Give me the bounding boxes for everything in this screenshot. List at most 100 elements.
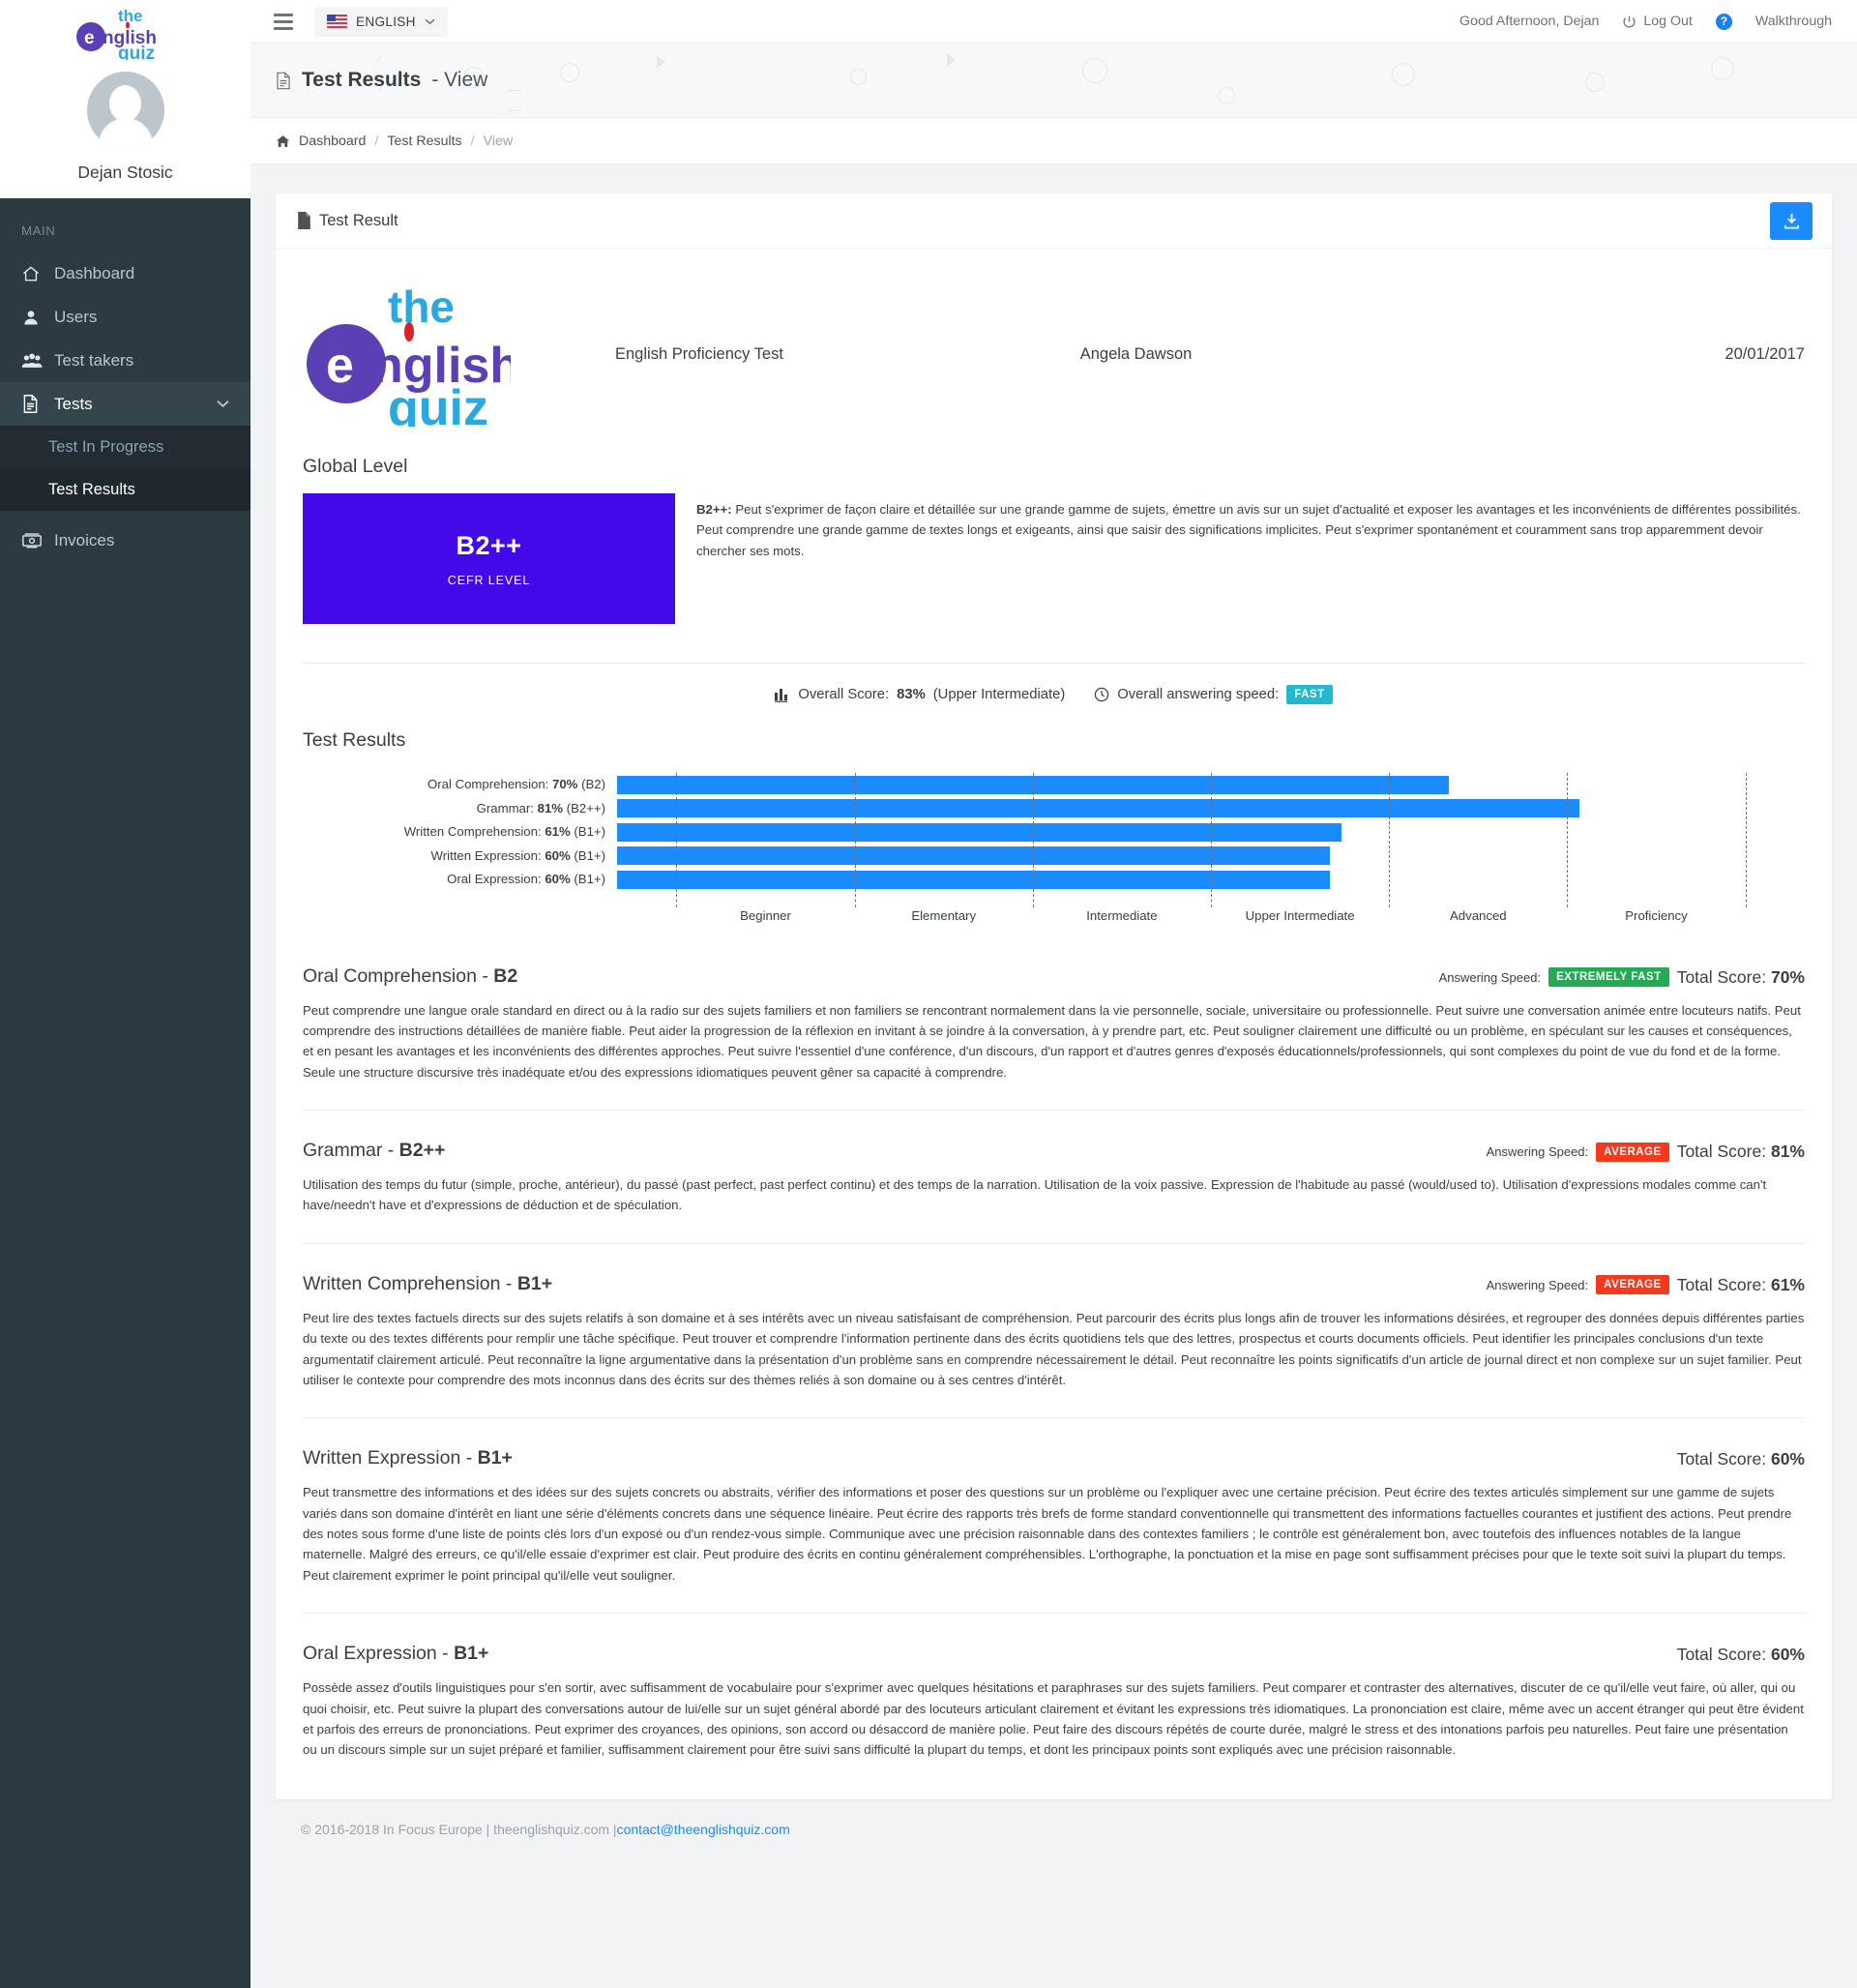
skill-description: Possède assez d'outils linguistiques pou… (303, 1677, 1805, 1761)
chart-title: Test Results (303, 729, 1805, 752)
page-title: Test Results - View (276, 69, 487, 92)
chart-axis-tick (1567, 894, 1568, 907)
answering-speed-label: Answering Speed: (1439, 970, 1542, 985)
walkthrough-button[interactable]: Walkthrough (1755, 14, 1832, 29)
skill-name: Oral Expression - B1+ (303, 1643, 488, 1665)
topbar-actions: Good Afternoon, Dejan Log Out ? Walkthro… (1459, 14, 1832, 30)
svg-text:quiz: quiz (118, 44, 155, 60)
svg-text:e: e (326, 338, 354, 394)
breadcrumb-test-results[interactable]: Test Results (387, 134, 461, 149)
chart-axis-label: Advanced (1450, 908, 1507, 923)
sidebar-brand: the e nglish quiz Dejan Stosic (0, 0, 251, 198)
logout-button[interactable]: Log Out (1622, 14, 1692, 29)
overall-score-label: Overall Score: (798, 687, 889, 702)
breadcrumb-separator: / (374, 134, 378, 149)
footer-email-link[interactable]: contact@theenglishquiz.com (617, 1822, 790, 1837)
sidebar: the e nglish quiz Dejan Stosic MAIN (0, 0, 251, 1988)
card-header: Test Result (276, 193, 1832, 249)
chart-axis-label: Upper Intermediate (1246, 908, 1355, 923)
footer: © 2016-2018 In Focus Europe | theenglish… (276, 1799, 1832, 1859)
skill-score-group: Total Score: 60% (1677, 1449, 1805, 1469)
users-group-icon (21, 351, 54, 371)
overall-speed-label: Overall answering speed: (1117, 687, 1279, 702)
sidebar-subitem-test-in-progress[interactable]: Test In Progress (0, 426, 251, 468)
help-icon[interactable]: ? (1716, 14, 1732, 30)
skill-name: Written Comprehension - B1+ (303, 1273, 552, 1295)
sidebar-item-label: Users (54, 308, 97, 327)
page-title-text: Test Results (302, 69, 421, 92)
skill-name: Oral Comprehension - B2 (303, 965, 517, 988)
sidebar-subitem-label: Test Results (48, 481, 135, 499)
skill-header: Oral Expression - B1+Total Score: 60% (303, 1643, 1805, 1665)
sidebar-item-invoices[interactable]: Invoices (0, 519, 251, 562)
skill-description: Peut comprendre une langue orale standar… (303, 1000, 1805, 1083)
chart-axis-label: Beginner (740, 908, 791, 923)
download-button[interactable] (1770, 202, 1813, 240)
skill-header: Written Expression - B1+Total Score: 60% (303, 1447, 1805, 1469)
global-level-desc-text: Peut s'exprimer de façon claire et détai… (696, 502, 1801, 558)
logout-label: Log Out (1643, 14, 1692, 29)
app-root: the e nglish quiz Dejan Stosic MAIN (0, 0, 1857, 1988)
chart-bar (617, 846, 1330, 865)
file-icon (276, 72, 291, 90)
sidebar-item-dashboard[interactable]: Dashboard (0, 252, 251, 295)
svg-text:quiz: quiz (388, 380, 488, 427)
svg-text:the: the (118, 7, 143, 25)
main-area: ENGLISH Good Afternoon, Dejan Log Out (251, 0, 1857, 1988)
language-selector[interactable]: ENGLISH (314, 7, 448, 37)
skill-section: Oral Expression - B1+Total Score: 60% Pos… (303, 1614, 1805, 1761)
chart-axis-label: Intermediate (1086, 908, 1157, 923)
sidebar-item-label: Tests (54, 395, 93, 414)
report-body: the e nglish quiz English Proficiency Te… (276, 249, 1832, 1799)
chart-gridline (1389, 773, 1390, 892)
card-title-text: Test Result (319, 212, 398, 230)
total-score: Total Score: 60% (1677, 1449, 1805, 1469)
chart-category-label: Oral Expression: 60% (B1+) (303, 868, 605, 892)
chart-gridline (1746, 773, 1747, 892)
avatar-body (99, 118, 153, 149)
chevron-down-icon (217, 400, 229, 408)
chart-bar (617, 871, 1330, 889)
avatar (87, 72, 164, 149)
report-candidate-name: Angela Dawson (1080, 345, 1520, 364)
chart-category-labels: Oral Comprehension: 70% (B2)Grammar: 81%… (303, 773, 617, 933)
language-label: ENGLISH (356, 15, 416, 29)
sidebar-user-name: Dejan Stosic (77, 163, 172, 183)
svg-text:e: e (84, 28, 95, 48)
sidebar-item-users[interactable]: Users (0, 295, 251, 339)
user-icon (21, 308, 54, 327)
sidebar-item-tests[interactable]: Tests (0, 382, 251, 426)
chart-gridline (1211, 773, 1212, 892)
skill-score-group: Answering Speed:EXTREMELY FASTTotal Scor… (1439, 967, 1805, 988)
status-badge: FAST (1286, 685, 1332, 704)
sidebar-item-label: Test takers (54, 351, 133, 371)
total-score: Total Score: 61% (1677, 1275, 1805, 1295)
chart-gridline (1033, 773, 1034, 892)
sidebar-item-test-takers[interactable]: Test takers (0, 339, 251, 382)
skill-score-group: Answering Speed:AVERAGETotal Score: 81% (1487, 1142, 1805, 1162)
menu-toggle-icon[interactable] (274, 14, 293, 30)
answering-speed-label: Answering Speed: (1487, 1144, 1589, 1159)
overall-score: Overall Score: 83% (Upper Intermediate) (775, 687, 1065, 702)
report-header: the e nglish quiz English Proficiency Te… (303, 274, 1805, 456)
global-level-row: B2++ CEFR LEVEL B2++: Peut s'exprimer de… (303, 493, 1805, 624)
file-icon (297, 212, 311, 229)
breadcrumb: Dashboard / Test Results / View (251, 118, 1857, 164)
sidebar-subitem-test-results[interactable]: Test Results (0, 468, 251, 511)
sidebar-item-label: Dashboard (54, 264, 134, 283)
chart-category-label: Grammar: 81% (B2++) (303, 797, 605, 821)
content-area: Test Result (251, 164, 1857, 1988)
page-title-subtext: - View (431, 69, 487, 92)
overall-summary: Overall Score: 83% (Upper Intermediate) … (303, 664, 1805, 729)
sidebar-subitem-label: Test In Progress (48, 438, 163, 457)
breadcrumb-dashboard[interactable]: Dashboard (299, 134, 366, 149)
file-text-icon (21, 394, 54, 414)
chart-category-label: Oral Comprehension: 70% (B2) (303, 773, 605, 797)
greeting-text: Good Afternoon, Dejan (1459, 14, 1599, 29)
sidebar-divider (0, 511, 251, 519)
chart-bar (617, 799, 1579, 817)
chart-axis-tick (1211, 894, 1212, 907)
chart-bars (617, 773, 1805, 892)
cefr-level-code: B2++ (456, 531, 521, 561)
brand-logo: the e nglish quiz (68, 6, 184, 60)
